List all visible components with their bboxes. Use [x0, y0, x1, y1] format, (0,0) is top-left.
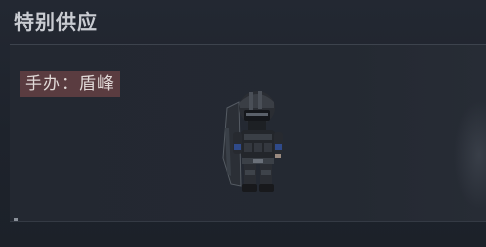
riot-shield-soldier-icon: [222, 91, 283, 192]
edge-glow: [454, 100, 486, 210]
bottom-marker: [14, 218, 18, 221]
panel-title: 特别供应: [14, 10, 98, 34]
item-name-badge: 手办：盾峰: [20, 71, 120, 97]
bottom-divider: [10, 221, 486, 222]
figure-image[interactable]: [213, 88, 285, 194]
special-offer-panel: 特别供应 手办：盾峰: [0, 0, 486, 247]
